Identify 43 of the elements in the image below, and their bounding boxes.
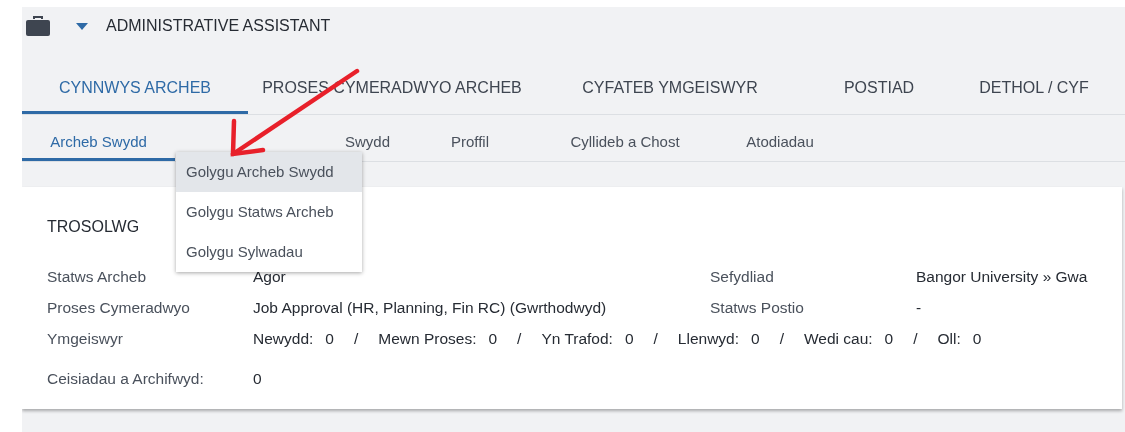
field-label: Statws Postio <box>710 297 805 318</box>
field-value: 0 <box>253 368 263 389</box>
menu-item[interactable]: Golygu Sylwadau <box>176 232 362 272</box>
separator-text: / <box>653 328 658 349</box>
tab[interactable]: PROSES CYMERADWYO ARCHEB <box>248 76 536 114</box>
menu-item[interactable]: Golygu Archeb Swydd <box>176 152 362 192</box>
separator-text: / <box>353 328 359 349</box>
briefcase-icon <box>26 15 50 37</box>
count-value: 0 <box>624 328 634 349</box>
tab[interactable]: DETHOL / CYF <box>954 76 1114 114</box>
field-label: Sefydliad <box>710 266 775 287</box>
field-label: Proses Cymeradwyo <box>47 297 191 318</box>
count-value: 0 <box>325 328 334 349</box>
count-label: Mewn Proses: <box>378 328 477 349</box>
count-value: 0 <box>488 328 498 349</box>
section-title: TROSOLWG <box>47 218 140 235</box>
sub-tab[interactable]: Proffil <box>415 131 525 161</box>
count-value: 0 <box>751 328 760 349</box>
tab[interactable]: CYNNWYS ARCHEB <box>22 76 248 114</box>
sub-tab[interactable]: Atodiadau <box>725 131 835 161</box>
count-label: Oll: <box>937 328 961 349</box>
count-value: 0 <box>972 328 982 349</box>
count-label: Newydd: <box>253 328 314 349</box>
separator-text: / <box>517 328 522 349</box>
tab[interactable]: POSTIAD <box>804 76 954 114</box>
count-value: 0 <box>884 328 894 349</box>
tab[interactable]: CYFATEB YMGEISWYR <box>536 76 804 114</box>
job-title: ADMINISTRATIVE ASSISTANT <box>106 16 331 36</box>
field-value: Bangor University » Gwa <box>916 266 1088 287</box>
separator-text: / <box>779 328 784 349</box>
count-label: Llenwyd: <box>677 328 740 349</box>
sub-tab[interactable]: Cyllideb a Chost <box>525 131 725 161</box>
separator-text: / <box>913 328 918 349</box>
field-value: Job Approval (HR, Planning, Fin RC) (Gwrthodwyd) <box>253 297 608 318</box>
caret-icon[interactable] <box>76 22 88 30</box>
count-label: Yn Trafod: <box>541 328 613 349</box>
menu-item[interactable]: Golygu Statws Archeb <box>176 192 362 232</box>
field-label: Ymgeiswyr <box>47 328 124 349</box>
sub-tab[interactable]: Archeb Swydd <box>22 131 175 161</box>
field-label: Statws Archeb <box>47 266 148 287</box>
field-label: Ceisiadau a Archifwyd: <box>47 368 205 389</box>
count-label: Wedi cau: <box>803 328 873 349</box>
field-value: - <box>916 297 922 318</box>
